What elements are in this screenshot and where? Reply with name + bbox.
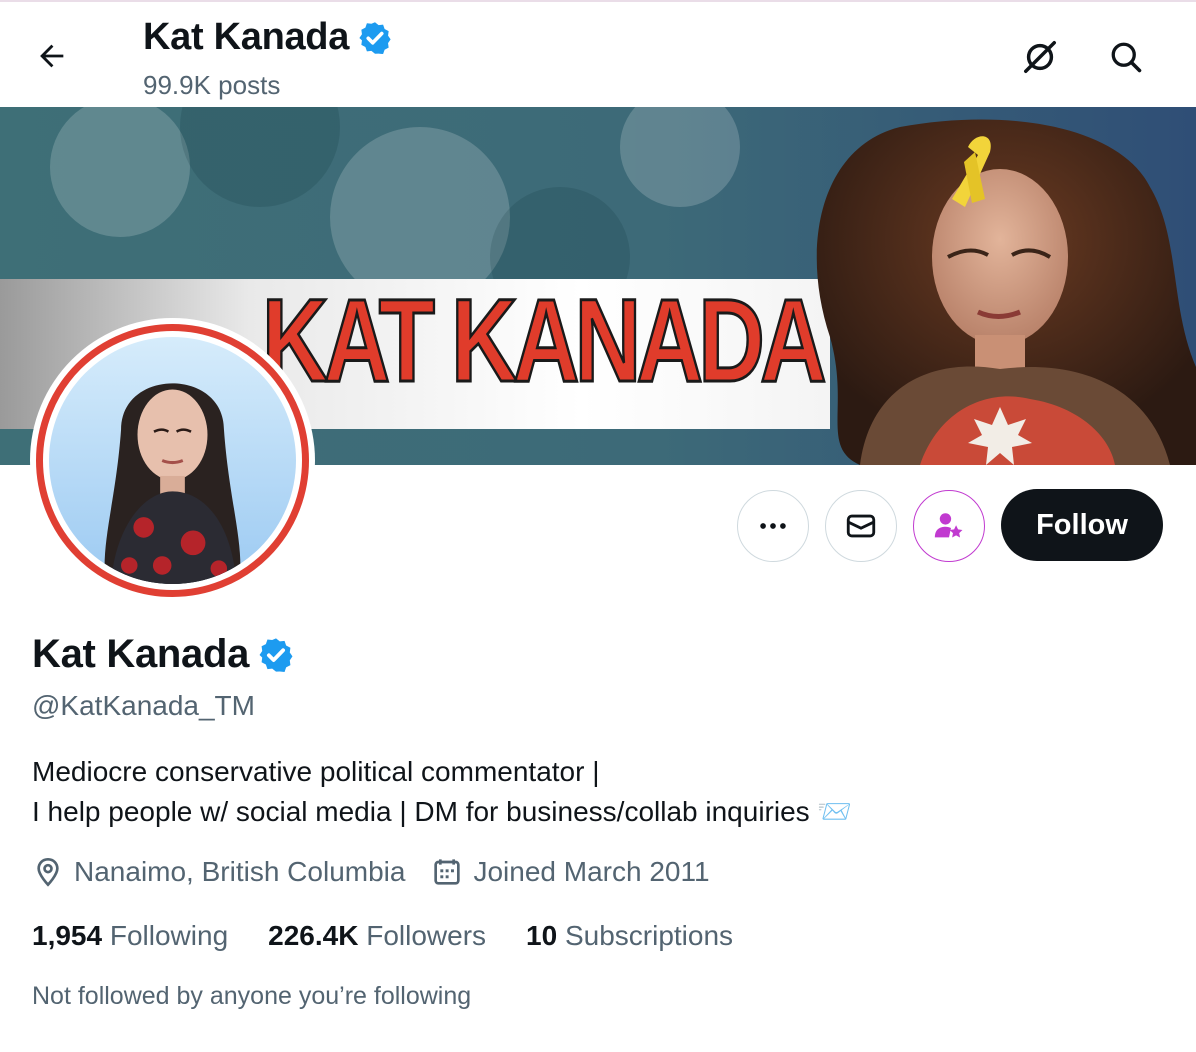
message-button[interactable] <box>825 490 897 562</box>
following-label: Following <box>109 920 229 951</box>
header-post-count: 99.9K posts <box>143 70 281 100</box>
profile-name-row: Kat Kanada <box>32 632 295 677</box>
profile-header: Kat Kanada 99.9K posts <box>0 0 1196 107</box>
avatar-ring <box>36 324 309 597</box>
subscribe-star-icon <box>934 513 963 538</box>
calendar-icon <box>434 859 461 885</box>
bio-line-2: I help people w/ social media | DM for b… <box>32 796 853 827</box>
profile-bio: Mediocre conservative political commenta… <box>32 752 1152 832</box>
grok-button[interactable] <box>1014 31 1066 83</box>
subscriptions-label: Subscriptions <box>564 920 734 951</box>
following-link[interactable]: 1,954 Following <box>32 920 228 952</box>
followers-label: Followers <box>366 920 487 951</box>
header-name-row: Kat Kanada <box>143 16 393 59</box>
followers-link[interactable]: 226.4K Followers <box>268 920 486 952</box>
verified-badge-icon[interactable] <box>257 636 295 674</box>
banner-hero-figure <box>816 119 1196 465</box>
profile-meta: Nanaimo, British Columbia Joined March 2… <box>32 856 736 888</box>
location-pin-icon <box>37 857 59 887</box>
back-button[interactable] <box>28 32 76 80</box>
more-button[interactable] <box>737 490 809 562</box>
joined-text: Joined March 2011 <box>473 856 710 887</box>
header-name: Kat Kanada <box>143 16 350 58</box>
joined-item: Joined March 2011 <box>431 856 710 888</box>
grok-icon <box>1024 41 1056 73</box>
banner-title: KAT KANADA <box>261 275 828 407</box>
arrow-left-icon <box>40 44 64 68</box>
mutual-followers-note: Not followed by anyone you’re following <box>32 982 472 1010</box>
more-dots-icon <box>760 523 786 529</box>
search-button[interactable] <box>1100 31 1152 83</box>
search-icon <box>1111 42 1142 73</box>
subscribe-button[interactable] <box>913 490 985 562</box>
profile-name: Kat Kanada <box>32 632 250 676</box>
followers-count: 226.4K <box>268 920 359 951</box>
location-text: Nanaimo, British Columbia <box>74 856 406 887</box>
bio-line-1: Mediocre conservative political commenta… <box>32 756 600 787</box>
profile-handle: @KatKanada_TM <box>32 690 255 721</box>
profile-stats: 1,954 Following 226.4K Followers 10 Subs… <box>32 920 773 952</box>
subscriptions-count: 10 <box>526 920 558 951</box>
subscriptions-link[interactable]: 10 Subscriptions <box>526 920 733 952</box>
avatar-image <box>49 337 296 584</box>
envelope-icon <box>846 514 876 538</box>
following-count: 1,954 <box>32 920 103 951</box>
verified-badge-icon <box>359 21 391 54</box>
profile-avatar[interactable] <box>30 318 315 603</box>
location-item: Nanaimo, British Columbia <box>32 856 405 888</box>
follow-button[interactable]: Follow <box>1001 489 1163 561</box>
